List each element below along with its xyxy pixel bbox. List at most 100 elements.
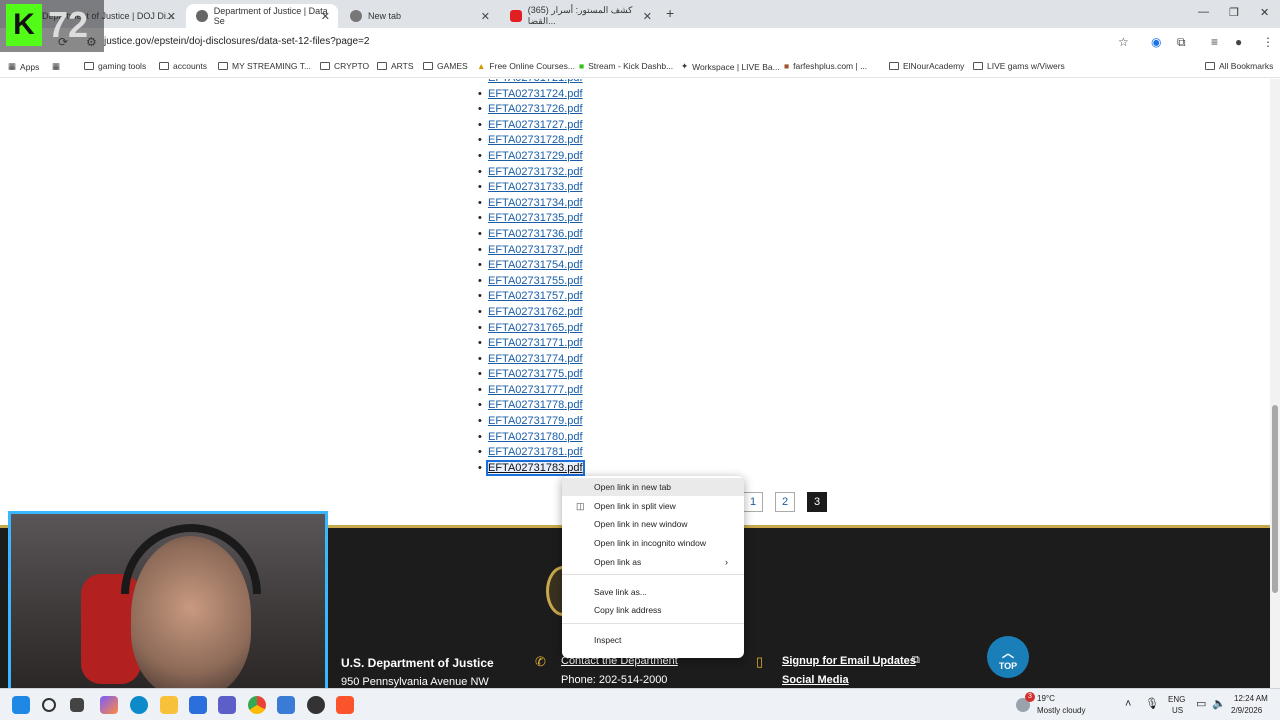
weather-desc[interactable]: Mostly cloudy <box>1037 706 1085 715</box>
menu-open-split-view[interactable]: ◫ Open link in split view <box>562 497 744 515</box>
bookmark-star-icon[interactable]: ☆ <box>1118 35 1129 49</box>
file-list-item: EFTA02731777.pdf <box>478 383 583 399</box>
bookmark-apps[interactable]: ▦ Apps <box>8 61 39 72</box>
pdf-file-link[interactable]: EFTA02731774.pdf <box>488 353 583 365</box>
pdf-file-link[interactable]: EFTA02731775.pdf <box>488 368 583 380</box>
bookmark-link[interactable]: ✦ Workspace | LIVE Ba... <box>681 61 780 72</box>
bookmark-folder[interactable]: GAMES <box>423 61 468 71</box>
close-tab-icon[interactable]: ✕ <box>643 10 652 23</box>
clock-time[interactable]: 12:24 AM <box>1234 694 1268 703</box>
bookmark-folder[interactable]: LIVE gams w/Viwers <box>973 61 1065 71</box>
bookmark-link[interactable]: ▲ Free Online Courses... <box>477 61 575 71</box>
menu-open-link-as[interactable]: Open link as › <box>562 553 744 571</box>
pdf-file-link[interactable]: EFTA02731728.pdf <box>488 134 583 146</box>
store-icon[interactable] <box>189 696 207 714</box>
pdf-file-link[interactable]: EFTA02731754.pdf <box>488 259 583 271</box>
menu-open-incognito[interactable]: Open link in incognito window <box>562 534 744 552</box>
bookmark-folder[interactable]: ElNourAcademy <box>889 61 964 71</box>
pdf-file-link[interactable]: EFTA02731781.pdf <box>488 446 583 458</box>
file-list-item: EFTA02731779.pdf <box>478 414 583 430</box>
email-signup-link[interactable]: Signup for Email Updates <box>782 655 916 667</box>
social-media-link[interactable]: Social Media <box>782 674 849 686</box>
pdf-file-link[interactable]: EFTA02731726.pdf <box>488 103 583 115</box>
menu-open-new-tab[interactable]: Open link in new tab <box>562 478 744 496</box>
brave-icon[interactable] <box>336 696 354 714</box>
pdf-file-link[interactable]: EFTA02731783.pdf <box>486 459 585 476</box>
extension-icon[interactable]: ◉ <box>1151 35 1161 49</box>
network-icon[interactable]: ▭ <box>1196 697 1206 710</box>
pdf-file-link[interactable]: EFTA02731721.pdf <box>488 79 583 84</box>
pdf-file-link[interactable]: EFTA02731780.pdf <box>488 431 583 443</box>
task-view-icon[interactable] <box>70 698 84 712</box>
teams-icon[interactable] <box>218 696 236 714</box>
bookmark-link[interactable]: ■ Stream - Kick Dashb... <box>579 61 673 71</box>
page-link-1[interactable]: 1 <box>743 492 763 512</box>
profile-avatar-icon[interactable]: ● <box>1235 35 1242 49</box>
clock-date[interactable]: 2/9/2026 <box>1231 706 1262 715</box>
media-control-icon[interactable]: ≡ <box>1211 35 1218 49</box>
pdf-file-link[interactable]: EFTA02731778.pdf <box>488 399 583 411</box>
close-tab-icon[interactable]: ✕ <box>321 10 330 23</box>
pdf-file-link[interactable]: EFTA02731729.pdf <box>488 150 583 162</box>
volume-icon[interactable]: 🔈 <box>1212 697 1226 710</box>
page-link-3-current[interactable]: 3 <box>807 492 827 512</box>
address-bar[interactable]: justice.gov/epstein/doj-disclosures/data… <box>104 36 369 47</box>
pdf-file-link[interactable]: EFTA02731755.pdf <box>488 275 583 287</box>
new-tab-icon[interactable]: + <box>666 5 674 21</box>
app-icon[interactable] <box>277 696 295 714</box>
close-tab-icon[interactable]: ✕ <box>167 10 176 23</box>
restore-icon[interactable]: ❐ <box>1229 6 1239 19</box>
file-explorer-icon[interactable] <box>160 696 178 714</box>
pdf-file-link[interactable]: EFTA02731732.pdf <box>488 166 583 178</box>
scrollbar-thumb[interactable] <box>1272 405 1278 593</box>
copilot-icon[interactable] <box>100 696 118 714</box>
tab-youtube[interactable]: (365) كشف المستور: أسرار القضا... ✕ <box>500 4 660 28</box>
region-indicator[interactable]: US <box>1172 706 1183 715</box>
windows-start-icon[interactable] <box>12 696 30 714</box>
pdf-file-link[interactable]: EFTA02731779.pdf <box>488 415 583 427</box>
pdf-file-link[interactable]: EFTA02731736.pdf <box>488 228 583 240</box>
bookmark-folder[interactable]: MY STREAMING T... <box>218 61 311 71</box>
file-list-item: EFTA02731783.pdf <box>478 459 585 477</box>
obs-icon[interactable] <box>307 696 325 714</box>
bookmark-folder[interactable]: CRYPTO <box>320 61 369 71</box>
tab-new-tab[interactable]: New tab ✕ <box>340 4 498 28</box>
tab-data-set[interactable]: Department of Justice | Data Se ✕ <box>186 4 338 28</box>
close-window-icon[interactable]: ✕ <box>1260 6 1269 19</box>
bookmark-folder[interactable]: ARTS <box>377 61 414 71</box>
bookmark-folder[interactable]: accounts <box>159 61 207 71</box>
pdf-file-link[interactable]: EFTA02731765.pdf <box>488 322 583 334</box>
pdf-file-link[interactable]: EFTA02731737.pdf <box>488 244 583 256</box>
pdf-file-link[interactable]: EFTA02731735.pdf <box>488 212 583 224</box>
extensions-puzzle-icon[interactable]: ⧉ <box>1177 35 1186 50</box>
language-indicator[interactable]: ENG <box>1168 695 1185 704</box>
pdf-file-link[interactable]: EFTA02731777.pdf <box>488 384 583 396</box>
edge-icon[interactable] <box>130 696 148 714</box>
pdf-file-link[interactable]: EFTA02731762.pdf <box>488 306 583 318</box>
chrome-icon[interactable] <box>248 696 266 714</box>
pdf-file-link[interactable]: EFTA02731757.pdf <box>488 290 583 302</box>
menu-inspect[interactable]: Inspect <box>562 631 744 649</box>
search-icon[interactable] <box>42 698 56 712</box>
minimize-icon[interactable]: — <box>1198 6 1209 18</box>
pdf-file-link[interactable]: EFTA02731771.pdf <box>488 337 583 349</box>
microphone-icon[interactable]: 🎙 <box>1145 697 1159 710</box>
pdf-file-link[interactable]: EFTA02731734.pdf <box>488 197 583 209</box>
menu-kebab-icon[interactable]: ⋮ <box>1262 35 1274 49</box>
weather-temp[interactable]: 19°C <box>1037 694 1055 703</box>
close-tab-icon[interactable]: ✕ <box>481 10 490 23</box>
page-link-2[interactable]: 2 <box>775 492 795 512</box>
pdf-file-link[interactable]: EFTA02731724.pdf <box>488 88 583 100</box>
pdf-file-link[interactable]: EFTA02731727.pdf <box>488 119 583 131</box>
menu-copy-link-address[interactable]: Copy link address <box>562 601 744 619</box>
page-scrollbar[interactable] <box>1270 79 1280 688</box>
menu-open-new-window[interactable]: Open link in new window <box>562 515 744 533</box>
menu-save-link-as[interactable]: Save link as... <box>562 583 744 601</box>
bookmark-link[interactable]: ■ farfeshplus.com | ... <box>784 61 867 71</box>
all-bookmarks[interactable]: All Bookmarks <box>1205 61 1273 71</box>
back-to-top-button[interactable]: ︿ TOP <box>987 636 1029 678</box>
bookmark-folder[interactable]: gaming tools <box>84 61 146 71</box>
tab-groups-icon[interactable]: ▦ <box>52 61 60 72</box>
pdf-file-link[interactable]: EFTA02731733.pdf <box>488 181 583 193</box>
chevron-up-icon[interactable]: ˄ <box>1125 698 1131 710</box>
